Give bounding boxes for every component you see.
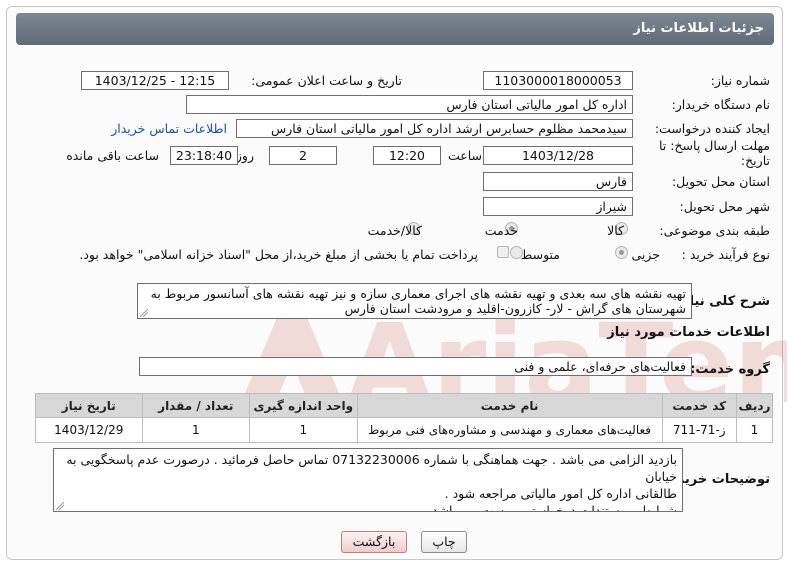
payment-note: پرداخت تمام یا بخشی از مبلغ خرید،از محل …	[79, 247, 478, 262]
cell-row: 1	[735, 417, 774, 443]
purchase-process-label: نوع فرآیند خرید :	[681, 247, 770, 262]
remaining-time-field: 23:18:40	[170, 146, 238, 165]
deadline-label-date: تاریخ:	[740, 153, 770, 168]
details-panel: AriaTender.neT جزئیات اطلاعات نیاز شماره…	[6, 6, 787, 560]
services-table: ردیف کد خدمت نام خدمت واحد اندازه گیری ت…	[35, 393, 774, 443]
need-number-label: شماره نیاز:	[710, 73, 770, 88]
city-label: شهر محل تحویل:	[679, 199, 770, 214]
page-title: جزئیات اطلاعات نیاز	[633, 21, 764, 36]
col-header-name: نام خدمت	[356, 393, 663, 418]
province-field: فارس	[483, 172, 633, 191]
cell-name: فعالیت‌های معماری و مهندسی و مشاوره‌های …	[356, 417, 663, 443]
deadline-date-field: 1403/12/28	[483, 146, 633, 165]
province-label: استان محل تحویل:	[671, 174, 770, 189]
buyer-notes-line: طالقانی اداره کل امور مالیاتی مراجعه شود…	[444, 486, 677, 501]
city-field: شیراز	[483, 197, 633, 216]
requester-field: سیدمحمد مظلوم حسابرس ارشد اداره کل امور …	[236, 119, 633, 138]
category-option-service: خدمت	[484, 223, 518, 238]
buyer-org-label: نام دستگاه خریدار:	[671, 97, 770, 112]
resize-grip-icon[interactable]	[140, 309, 148, 317]
page-title-bar: جزئیات اطلاعات نیاز	[16, 13, 774, 45]
remaining-time-label: ساعت باقی مانده	[66, 148, 159, 163]
col-header-code: کد خدمت	[661, 393, 737, 418]
treasury-checkbox[interactable]	[497, 246, 509, 258]
summary-textarea: تهیه نقشه های سه بعدی و تهیه نقشه های اج…	[137, 283, 692, 319]
table-row: 1 ز-71-711 فعالیت‌های معماری و مهندسی و …	[35, 417, 774, 443]
need-number-field: 1103000018000053	[483, 71, 633, 90]
deadline-time-field: 12:20	[373, 146, 441, 165]
cell-quantity: 1	[141, 417, 251, 443]
category-option-goods-service: کالا/خدمت	[367, 223, 422, 238]
requester-label: ایجاد کننده درخواست:	[654, 121, 770, 136]
cell-code: ز-71-711	[661, 417, 737, 443]
col-header-unit: واحد اندازه گیری	[249, 393, 358, 418]
process-option-medium: متوسط	[520, 247, 560, 262]
col-header-need-date: تاریخ نیاز	[35, 393, 143, 418]
cell-need-date: 1403/12/29	[35, 417, 143, 443]
services-section-title: اطلاعات خدمات مورد نیاز	[607, 325, 770, 340]
cell-unit: 1	[249, 417, 358, 443]
process-option-minor: جزیی	[631, 247, 660, 262]
announce-datetime-field: 1403/12/25 - 12:15	[81, 71, 229, 90]
back-button[interactable]: بازگشت	[341, 531, 407, 553]
col-header-row: ردیف	[735, 393, 774, 418]
buyer-org-field: اداره کل امور مالیاتی استان فارس	[186, 95, 633, 114]
service-group-label: گروه خدمت:	[690, 362, 770, 377]
service-group-field: فعالیت‌های حرفه‌ای، علمی و فنی	[139, 357, 692, 376]
summary-text: تهیه نقشه های سه بعدی و تهیه نقشه های اج…	[150, 286, 686, 316]
deadline-time-label: ساعت	[447, 148, 482, 163]
buyer-contact-link[interactable]: اطلاعات تماس خریدار	[111, 121, 227, 136]
process-radio-minor[interactable]	[615, 246, 628, 259]
buyer-notes-textarea: بازدید الزامی می باشد . جهت هماهنگی با ش…	[53, 448, 683, 512]
col-header-quantity: تعداد / مقدار	[141, 393, 251, 418]
buyer-notes-line: بازدید الزامی می باشد . جهت هماهنگی با ش…	[66, 452, 677, 484]
print-button[interactable]: چاپ	[421, 531, 467, 553]
resize-grip-icon[interactable]	[56, 502, 64, 510]
announce-datetime-label: تاریخ و ساعت اعلان عمومی:	[251, 73, 402, 88]
deadline-label: مهلت ارسال پاسخ: تا	[659, 138, 770, 153]
remaining-days-field: 2	[269, 146, 337, 165]
category-option-goods: کالا	[607, 223, 624, 238]
buyer-notes-line: شرایط و مستندات درخواستی پیوست می باشد	[431, 503, 677, 512]
category-label: طبقه بندی موضوعی:	[659, 223, 770, 238]
